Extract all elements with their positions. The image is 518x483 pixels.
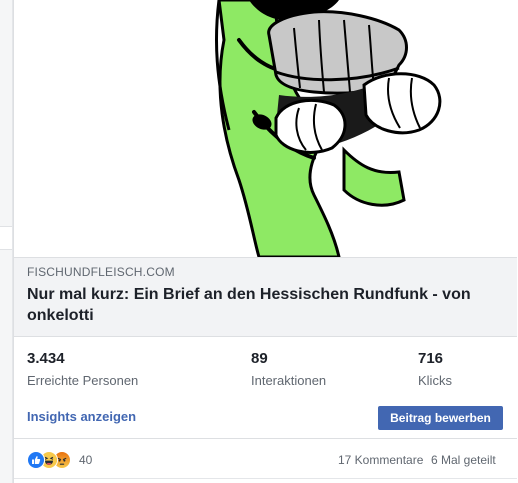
post-card: FISCHUNDFLEISCH.COM Nur mal kurz: Ein Br…	[13, 0, 518, 483]
shares-count-link[interactable]: 6 Mal geteilt	[431, 453, 496, 467]
stat-clicks-label: Klicks	[418, 373, 452, 388]
stat-reach-value: 3.434	[27, 350, 65, 367]
comments-count-link[interactable]: 17 Kommentare	[338, 453, 423, 467]
link-domain: FISCHUNDFLEISCH.COM	[27, 265, 175, 279]
link-preview-image[interactable]	[14, 0, 517, 257]
stat-engagement: 89 Interaktionen	[251, 349, 326, 388]
cartoon-character-image	[214, 0, 442, 257]
footer-divider	[14, 438, 517, 439]
reaction-count: 40	[79, 453, 93, 467]
like-icon	[27, 451, 45, 469]
stat-reach: 3.434 Erreichte Personen	[27, 349, 138, 388]
bottom-divider	[14, 478, 517, 479]
link-title[interactable]: Nur mal kurz: Ein Brief an den Hessische…	[27, 284, 497, 326]
stat-engagement-label: Interaktionen	[251, 373, 327, 388]
feed-left-gutter	[0, 0, 13, 483]
boost-post-button[interactable]: Beitrag bewerben	[378, 406, 503, 430]
link-preview-box[interactable]: FISCHUNDFLEISCH.COM Nur mal kurz: Ein Br…	[14, 257, 517, 337]
stat-engagement-value: 89	[251, 350, 268, 367]
stat-clicks: 716 Klicks	[418, 349, 452, 388]
post-stats: 3.434 Erreichte Personen 89 Interaktione…	[14, 349, 517, 399]
post-footer: 40 17 Kommentare 6 Mal geteilt	[14, 446, 517, 474]
stat-reach-label: Erreichte Personen	[27, 373, 139, 388]
stat-clicks-value: 716	[418, 350, 444, 367]
view-insights-link[interactable]: Insights anzeigen	[27, 409, 136, 424]
gutter-notch	[0, 226, 12, 250]
